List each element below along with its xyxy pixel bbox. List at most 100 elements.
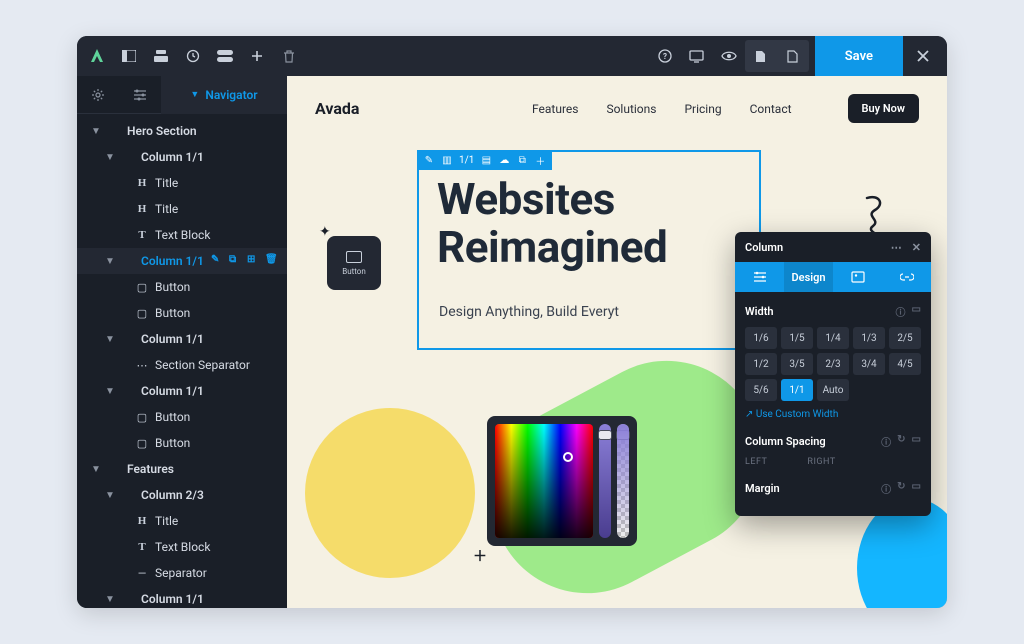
sel-cloud-icon[interactable]: ☁ [498, 154, 510, 166]
margin-info-icon[interactable]: ⓘ [881, 481, 891, 496]
tree-item-label: Title [155, 202, 287, 216]
color-picker[interactable] [487, 416, 637, 546]
tree-item-label: Text Block [155, 540, 287, 554]
width-info-icon[interactable]: ⓘ [896, 304, 906, 319]
panel-tab-link[interactable] [882, 262, 931, 292]
tree-row[interactable]: ▼Hero Section [77, 118, 287, 144]
width-option[interactable]: 1/2 [745, 353, 777, 375]
tree-row[interactable]: ▼Column 1/1 [77, 378, 287, 404]
button-element-card[interactable]: Button [327, 236, 381, 290]
width-option[interactable]: 2/3 [817, 353, 849, 375]
nav-contact[interactable]: Contact [750, 102, 792, 116]
tree-row[interactable]: TText Block [77, 534, 287, 560]
tree-row[interactable]: ▼Column 1/1 [77, 586, 287, 608]
tree-caret-icon[interactable]: ▼ [105, 256, 115, 267]
spacing-reset-icon[interactable]: ↻ [897, 434, 905, 449]
margin-device-icon[interactable]: ▭ [912, 481, 921, 496]
row-action-3[interactable]: 🗑 [265, 254, 279, 268]
tree-caret-icon[interactable]: ▼ [91, 126, 101, 137]
alpha-slider[interactable] [617, 424, 629, 538]
close-button[interactable] [903, 36, 943, 76]
tree-row[interactable]: ▼Features [77, 456, 287, 482]
spacing-device-icon[interactable]: ▭ [912, 434, 921, 449]
tree-row[interactable]: ▢Button [77, 404, 287, 430]
panel-tab-design[interactable]: Design [784, 262, 833, 292]
tree-row[interactable]: ▢Button [77, 300, 287, 326]
hero-title[interactable]: Websites Reimagined [437, 176, 667, 271]
color-picker-cursor[interactable] [563, 452, 573, 462]
tree-row[interactable]: ▼Column 1/1 [77, 144, 287, 170]
tree-item-label: Title [155, 514, 287, 528]
toggle-icon[interactable] [209, 40, 241, 72]
page-icon[interactable] [745, 40, 777, 72]
panel-tab-general[interactable] [735, 262, 784, 292]
width-device-icon[interactable]: ▭ [912, 304, 921, 319]
margin-reset-icon[interactable]: ↻ [897, 481, 905, 496]
custom-width-link[interactable]: ↗ Use Custom Width [745, 409, 921, 420]
spacing-left-label: LEFT [745, 457, 767, 467]
width-option[interactable]: 2/5 [889, 327, 921, 349]
width-option[interactable]: 1/5 [781, 327, 813, 349]
layout-icon[interactable] [145, 40, 177, 72]
tree-row[interactable]: HTitle [77, 170, 287, 196]
sidebar-tab-settings[interactable] [77, 76, 119, 114]
tree-caret-icon[interactable]: ▼ [105, 334, 115, 345]
sel-layout-icon[interactable]: ▤ [480, 154, 492, 166]
tree-caret-icon[interactable]: ▼ [105, 152, 115, 163]
nav-pricing[interactable]: Pricing [684, 102, 721, 116]
hue-slider[interactable] [599, 424, 611, 538]
nav-solutions[interactable]: Solutions [606, 102, 656, 116]
tree-caret-icon[interactable]: ▼ [91, 464, 101, 475]
spacing-info-icon[interactable]: ⓘ [881, 434, 891, 449]
page-outline-icon[interactable] [777, 40, 809, 72]
help-icon[interactable]: ? [649, 40, 681, 72]
app-logo-icon[interactable] [81, 40, 113, 72]
row-action-2[interactable]: ⊞ [247, 254, 261, 268]
save-button[interactable]: Save [815, 36, 903, 76]
hero-subtitle[interactable]: Design Anything, Build Everyt [439, 304, 619, 320]
tree-row[interactable]: ▼Column 1/1✎⧉⊞🗑 [77, 248, 287, 274]
sidebar-tab-sliders[interactable] [119, 76, 161, 114]
tree-caret-icon[interactable]: ▼ [105, 386, 115, 397]
width-option[interactable]: 1/6 [745, 327, 777, 349]
desktop-preview-icon[interactable] [681, 40, 713, 72]
width-option[interactable]: 1/1 [781, 379, 813, 401]
sel-column-icon[interactable]: ▥ [441, 154, 453, 166]
tree-row[interactable]: ▼Column 2/3 [77, 482, 287, 508]
width-option[interactable]: 1/4 [817, 327, 849, 349]
tree-row[interactable]: HTitle [77, 196, 287, 222]
tree-row[interactable]: TText Block [77, 222, 287, 248]
sel-clone-icon[interactable]: ⧉ [516, 154, 528, 166]
panel-tab-background[interactable] [833, 262, 882, 292]
add-icon[interactable] [241, 40, 273, 72]
row-action-1[interactable]: ⧉ [229, 254, 243, 268]
tree-caret-icon[interactable]: ▼ [105, 490, 115, 501]
width-option[interactable]: 5/6 [745, 379, 777, 401]
sel-add-icon[interactable]: ＋ [534, 154, 546, 166]
tree-caret-icon[interactable]: ▼ [105, 594, 115, 605]
panel-header[interactable]: Column ⋯ ✕ [735, 232, 931, 262]
tree-row[interactable]: HTitle [77, 508, 287, 534]
width-option[interactable]: 3/5 [781, 353, 813, 375]
row-action-0[interactable]: ✎ [211, 254, 225, 268]
nav-features[interactable]: Features [532, 102, 578, 116]
sel-edit-icon[interactable]: ✎ [423, 154, 435, 166]
width-option[interactable]: 3/4 [853, 353, 885, 375]
width-option[interactable]: 1/3 [853, 327, 885, 349]
buy-now-button[interactable]: Buy Now [848, 94, 919, 123]
tree-row[interactable]: ▢Button [77, 274, 287, 300]
tree-row[interactable]: ▼Column 1/1 [77, 326, 287, 352]
tree-row[interactable]: —Separator [77, 560, 287, 586]
preview-eye-icon[interactable] [713, 40, 745, 72]
tree-row[interactable]: ⋯Section Separator [77, 352, 287, 378]
trash-icon[interactable] [273, 40, 305, 72]
width-option[interactable]: 4/5 [889, 353, 921, 375]
sidebar-tab-navigator[interactable]: ▼ Navigator [161, 76, 287, 114]
color-gradient-area[interactable] [495, 424, 593, 538]
history-icon[interactable] [177, 40, 209, 72]
sidebar-toggle-icon[interactable] [113, 40, 145, 72]
panel-more-icon[interactable]: ⋯ [891, 241, 902, 254]
tree-row[interactable]: ▢Button [77, 430, 287, 456]
panel-close-icon[interactable]: ✕ [912, 241, 921, 254]
width-option[interactable]: Auto [817, 379, 849, 401]
